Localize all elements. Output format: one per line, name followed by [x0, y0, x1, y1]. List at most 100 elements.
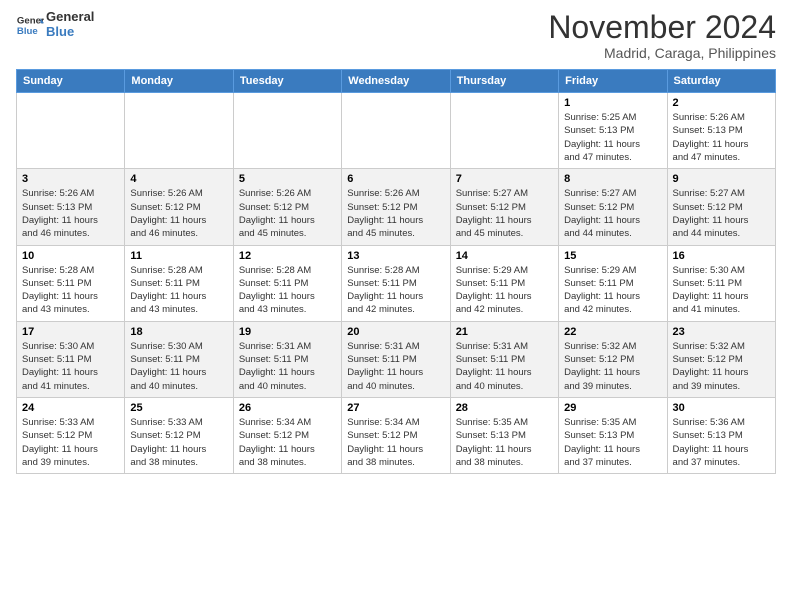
logo-icon: General Blue	[16, 11, 44, 39]
month-title: November 2024	[548, 10, 776, 45]
calendar-week-2: 3 Sunrise: 5:26 AMSunset: 5:13 PMDaylight…	[17, 169, 776, 245]
day-info: Sunrise: 5:27 AMSunset: 5:12 PMDaylight:…	[564, 187, 661, 240]
day-info: Sunrise: 5:25 AMSunset: 5:13 PMDaylight:…	[564, 111, 661, 164]
day-info: Sunrise: 5:35 AMSunset: 5:13 PMDaylight:…	[564, 416, 661, 469]
day-info: Sunrise: 5:29 AMSunset: 5:11 PMDaylight:…	[564, 264, 661, 317]
day-number: 28	[456, 402, 553, 414]
day-info: Sunrise: 5:30 AMSunset: 5:11 PMDaylight:…	[130, 340, 227, 393]
calendar-cell: 7 Sunrise: 5:27 AMSunset: 5:12 PMDaylight…	[450, 169, 558, 245]
weekday-header-saturday: Saturday	[667, 70, 775, 93]
day-number: 15	[564, 250, 661, 262]
calendar-cell: 26 Sunrise: 5:34 AMSunset: 5:12 PMDayligh…	[233, 397, 341, 473]
day-info: Sunrise: 5:26 AMSunset: 5:13 PMDaylight:…	[22, 187, 119, 240]
calendar-cell: 4 Sunrise: 5:26 AMSunset: 5:12 PMDaylight…	[125, 169, 233, 245]
day-info: Sunrise: 5:27 AMSunset: 5:12 PMDaylight:…	[456, 187, 553, 240]
logo-text-general: General	[46, 10, 94, 25]
svg-text:General: General	[17, 15, 44, 26]
day-info: Sunrise: 5:26 AMSunset: 5:13 PMDaylight:…	[673, 111, 770, 164]
calendar-cell: 14Sunrise: 5:29 AMSunset: 5:11 PMDayligh…	[450, 245, 558, 321]
weekday-header-sunday: Sunday	[17, 70, 125, 93]
day-number: 27	[347, 402, 444, 414]
calendar-week-4: 17 Sunrise: 5:30 AMSunset: 5:11 PMDayligh…	[17, 321, 776, 397]
page: General Blue General Blue November 2024 …	[0, 0, 792, 612]
header: General Blue General Blue November 2024 …	[16, 10, 776, 61]
weekday-header-friday: Friday	[559, 70, 667, 93]
day-number: 19	[239, 326, 336, 338]
weekday-header-wednesday: Wednesday	[342, 70, 450, 93]
day-info: Sunrise: 5:28 AMSunset: 5:11 PMDaylight:…	[130, 264, 227, 317]
calendar-cell: 9Sunrise: 5:27 AMSunset: 5:12 PMDaylight…	[667, 169, 775, 245]
day-number: 9	[673, 173, 770, 185]
day-number: 25	[130, 402, 227, 414]
calendar-cell: 21 Sunrise: 5:31 AMSunset: 5:11 PMDayligh…	[450, 321, 558, 397]
day-info: Sunrise: 5:31 AMSunset: 5:11 PMDaylight:…	[347, 340, 444, 393]
day-number: 1	[564, 97, 661, 109]
calendar-cell	[342, 93, 450, 169]
day-number: 23	[673, 326, 770, 338]
day-number: 29	[564, 402, 661, 414]
calendar-cell	[17, 93, 125, 169]
day-number: 7	[456, 173, 553, 185]
day-number: 26	[239, 402, 336, 414]
day-number: 6	[347, 173, 444, 185]
day-number: 24	[22, 402, 119, 414]
calendar-cell: 24 Sunrise: 5:33 AMSunset: 5:12 PMDayligh…	[17, 397, 125, 473]
day-info: Sunrise: 5:26 AMSunset: 5:12 PMDaylight:…	[347, 187, 444, 240]
calendar-cell: 15 Sunrise: 5:29 AMSunset: 5:11 PMDayligh…	[559, 245, 667, 321]
calendar-cell	[125, 93, 233, 169]
day-info: Sunrise: 5:33 AMSunset: 5:12 PMDaylight:…	[22, 416, 119, 469]
calendar-cell: 8 Sunrise: 5:27 AMSunset: 5:12 PMDaylight…	[559, 169, 667, 245]
day-info: Sunrise: 5:30 AMSunset: 5:11 PMDaylight:…	[673, 264, 770, 317]
day-number: 4	[130, 173, 227, 185]
day-number: 5	[239, 173, 336, 185]
calendar-cell: 19 Sunrise: 5:31 AMSunset: 5:11 PMDayligh…	[233, 321, 341, 397]
calendar-week-1: 1 Sunrise: 5:25 AMSunset: 5:13 PMDaylight…	[17, 93, 776, 169]
calendar-cell: 16Sunrise: 5:30 AMSunset: 5:11 PMDayligh…	[667, 245, 775, 321]
day-number: 2	[673, 97, 770, 109]
calendar-table: SundayMondayTuesdayWednesdayThursdayFrid…	[16, 69, 776, 474]
day-info: Sunrise: 5:33 AMSunset: 5:12 PMDaylight:…	[130, 416, 227, 469]
calendar-cell: 11 Sunrise: 5:28 AMSunset: 5:11 PMDayligh…	[125, 245, 233, 321]
day-number: 11	[130, 250, 227, 262]
day-info: Sunrise: 5:35 AMSunset: 5:13 PMDaylight:…	[456, 416, 553, 469]
calendar-week-3: 10Sunrise: 5:28 AMSunset: 5:11 PMDayligh…	[17, 245, 776, 321]
day-number: 14	[456, 250, 553, 262]
day-info: Sunrise: 5:31 AMSunset: 5:11 PMDaylight:…	[239, 340, 336, 393]
calendar-cell: 25 Sunrise: 5:33 AMSunset: 5:12 PMDayligh…	[125, 397, 233, 473]
svg-text:Blue: Blue	[17, 26, 38, 37]
day-info: Sunrise: 5:31 AMSunset: 5:11 PMDaylight:…	[456, 340, 553, 393]
day-info: Sunrise: 5:26 AMSunset: 5:12 PMDaylight:…	[130, 187, 227, 240]
day-info: Sunrise: 5:36 AMSunset: 5:13 PMDaylight:…	[673, 416, 770, 469]
calendar-cell: 18Sunrise: 5:30 AMSunset: 5:11 PMDayligh…	[125, 321, 233, 397]
day-info: Sunrise: 5:34 AMSunset: 5:12 PMDaylight:…	[239, 416, 336, 469]
day-number: 12	[239, 250, 336, 262]
logo: General Blue General Blue	[16, 10, 94, 40]
day-number: 8	[564, 173, 661, 185]
day-number: 30	[673, 402, 770, 414]
calendar-cell: 12 Sunrise: 5:28 AMSunset: 5:11 PMDayligh…	[233, 245, 341, 321]
title-block: November 2024 Madrid, Caraga, Philippine…	[548, 10, 776, 61]
day-number: 21	[456, 326, 553, 338]
day-info: Sunrise: 5:32 AMSunset: 5:12 PMDaylight:…	[673, 340, 770, 393]
calendar-cell	[233, 93, 341, 169]
day-info: Sunrise: 5:34 AMSunset: 5:12 PMDaylight:…	[347, 416, 444, 469]
calendar-cell: 5 Sunrise: 5:26 AMSunset: 5:12 PMDaylight…	[233, 169, 341, 245]
calendar-cell: 28 Sunrise: 5:35 AMSunset: 5:13 PMDayligh…	[450, 397, 558, 473]
logo-text-blue: Blue	[46, 25, 94, 40]
day-number: 3	[22, 173, 119, 185]
day-number: 22	[564, 326, 661, 338]
calendar-cell: 1 Sunrise: 5:25 AMSunset: 5:13 PMDaylight…	[559, 93, 667, 169]
day-info: Sunrise: 5:28 AMSunset: 5:11 PMDaylight:…	[239, 264, 336, 317]
calendar-cell: 29 Sunrise: 5:35 AMSunset: 5:13 PMDayligh…	[559, 397, 667, 473]
calendar-cell: 23 Sunrise: 5:32 AMSunset: 5:12 PMDayligh…	[667, 321, 775, 397]
weekday-header-tuesday: Tuesday	[233, 70, 341, 93]
weekday-header-monday: Monday	[125, 70, 233, 93]
calendar-cell	[450, 93, 558, 169]
day-info: Sunrise: 5:26 AMSunset: 5:12 PMDaylight:…	[239, 187, 336, 240]
day-number: 17	[22, 326, 119, 338]
day-info: Sunrise: 5:30 AMSunset: 5:11 PMDaylight:…	[22, 340, 119, 393]
calendar-cell: 30 Sunrise: 5:36 AMSunset: 5:13 PMDayligh…	[667, 397, 775, 473]
day-number: 13	[347, 250, 444, 262]
day-info: Sunrise: 5:28 AMSunset: 5:11 PMDaylight:…	[347, 264, 444, 317]
calendar-cell: 27 Sunrise: 5:34 AMSunset: 5:12 PMDayligh…	[342, 397, 450, 473]
